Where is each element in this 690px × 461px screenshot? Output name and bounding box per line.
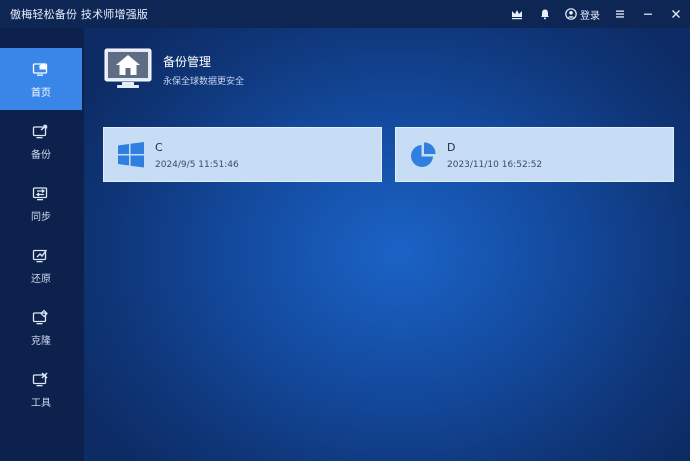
windows-icon — [117, 141, 145, 169]
user-icon — [565, 8, 577, 20]
login-label: 登录 — [580, 10, 600, 22]
backup-card-date: 2024/9/5 11:51:46 — [155, 160, 239, 170]
title-bar: 傲梅轻松备份 技术师增强版 登录 — [0, 0, 690, 28]
sidebar-item-sync[interactable]: 同步 — [0, 172, 82, 234]
partition-pie-icon — [409, 141, 437, 169]
section-subtitle: 永保全球数据更安全 — [163, 77, 245, 87]
sidebar-item-restore[interactable]: 还原 — [0, 234, 82, 296]
sidebar-item-label: 同步 — [31, 212, 51, 223]
section-title: 备份管理 — [163, 55, 212, 69]
app-title: 傲梅轻松备份 技术师增强版 — [10, 8, 149, 21]
home-monitor-icon — [104, 48, 152, 90]
login-button[interactable]: 登录 — [559, 0, 606, 28]
menu-icon[interactable] — [606, 0, 634, 28]
clone-icon — [30, 307, 52, 329]
sidebar-item-label: 工具 — [31, 398, 51, 409]
title-bar-controls: 登录 — [503, 0, 690, 28]
sidebar-item-label: 还原 — [31, 274, 51, 285]
backup-card-d[interactable]: D 2023/11/10 16:52:52 — [395, 127, 674, 182]
sidebar-item-label: 克隆 — [31, 336, 51, 347]
minimize-icon[interactable] — [634, 0, 662, 28]
sidebar-item-clone[interactable]: 克隆 — [0, 296, 82, 358]
sidebar-item-home[interactable]: 首页 — [0, 48, 82, 110]
close-icon[interactable] — [662, 0, 690, 28]
backup-card-name: C — [155, 141, 163, 154]
sidebar-item-label: 首页 — [31, 88, 51, 99]
restore-icon — [30, 245, 52, 267]
backup-icon — [30, 121, 52, 143]
sidebar-item-backup[interactable]: 备份 — [0, 110, 82, 172]
sidebar-item-tools[interactable]: 工具 — [0, 358, 82, 420]
sidebar: 首页 备份 同步 还原 克隆 工具 — [0, 28, 84, 461]
main-panel: 备份管理 永保全球数据更安全 C 2024/9/5 11:51:46 D 202… — [84, 28, 690, 461]
sidebar-item-label: 备份 — [31, 150, 51, 161]
backup-card-name: D — [447, 141, 456, 154]
backup-card-date: 2023/11/10 16:52:52 — [447, 160, 543, 170]
sync-icon — [30, 183, 52, 205]
crown-icon[interactable] — [503, 0, 531, 28]
home-icon — [30, 59, 52, 81]
backup-card-c[interactable]: C 2024/9/5 11:51:46 — [103, 127, 382, 182]
tools-icon — [30, 369, 52, 391]
bell-icon[interactable] — [531, 0, 559, 28]
